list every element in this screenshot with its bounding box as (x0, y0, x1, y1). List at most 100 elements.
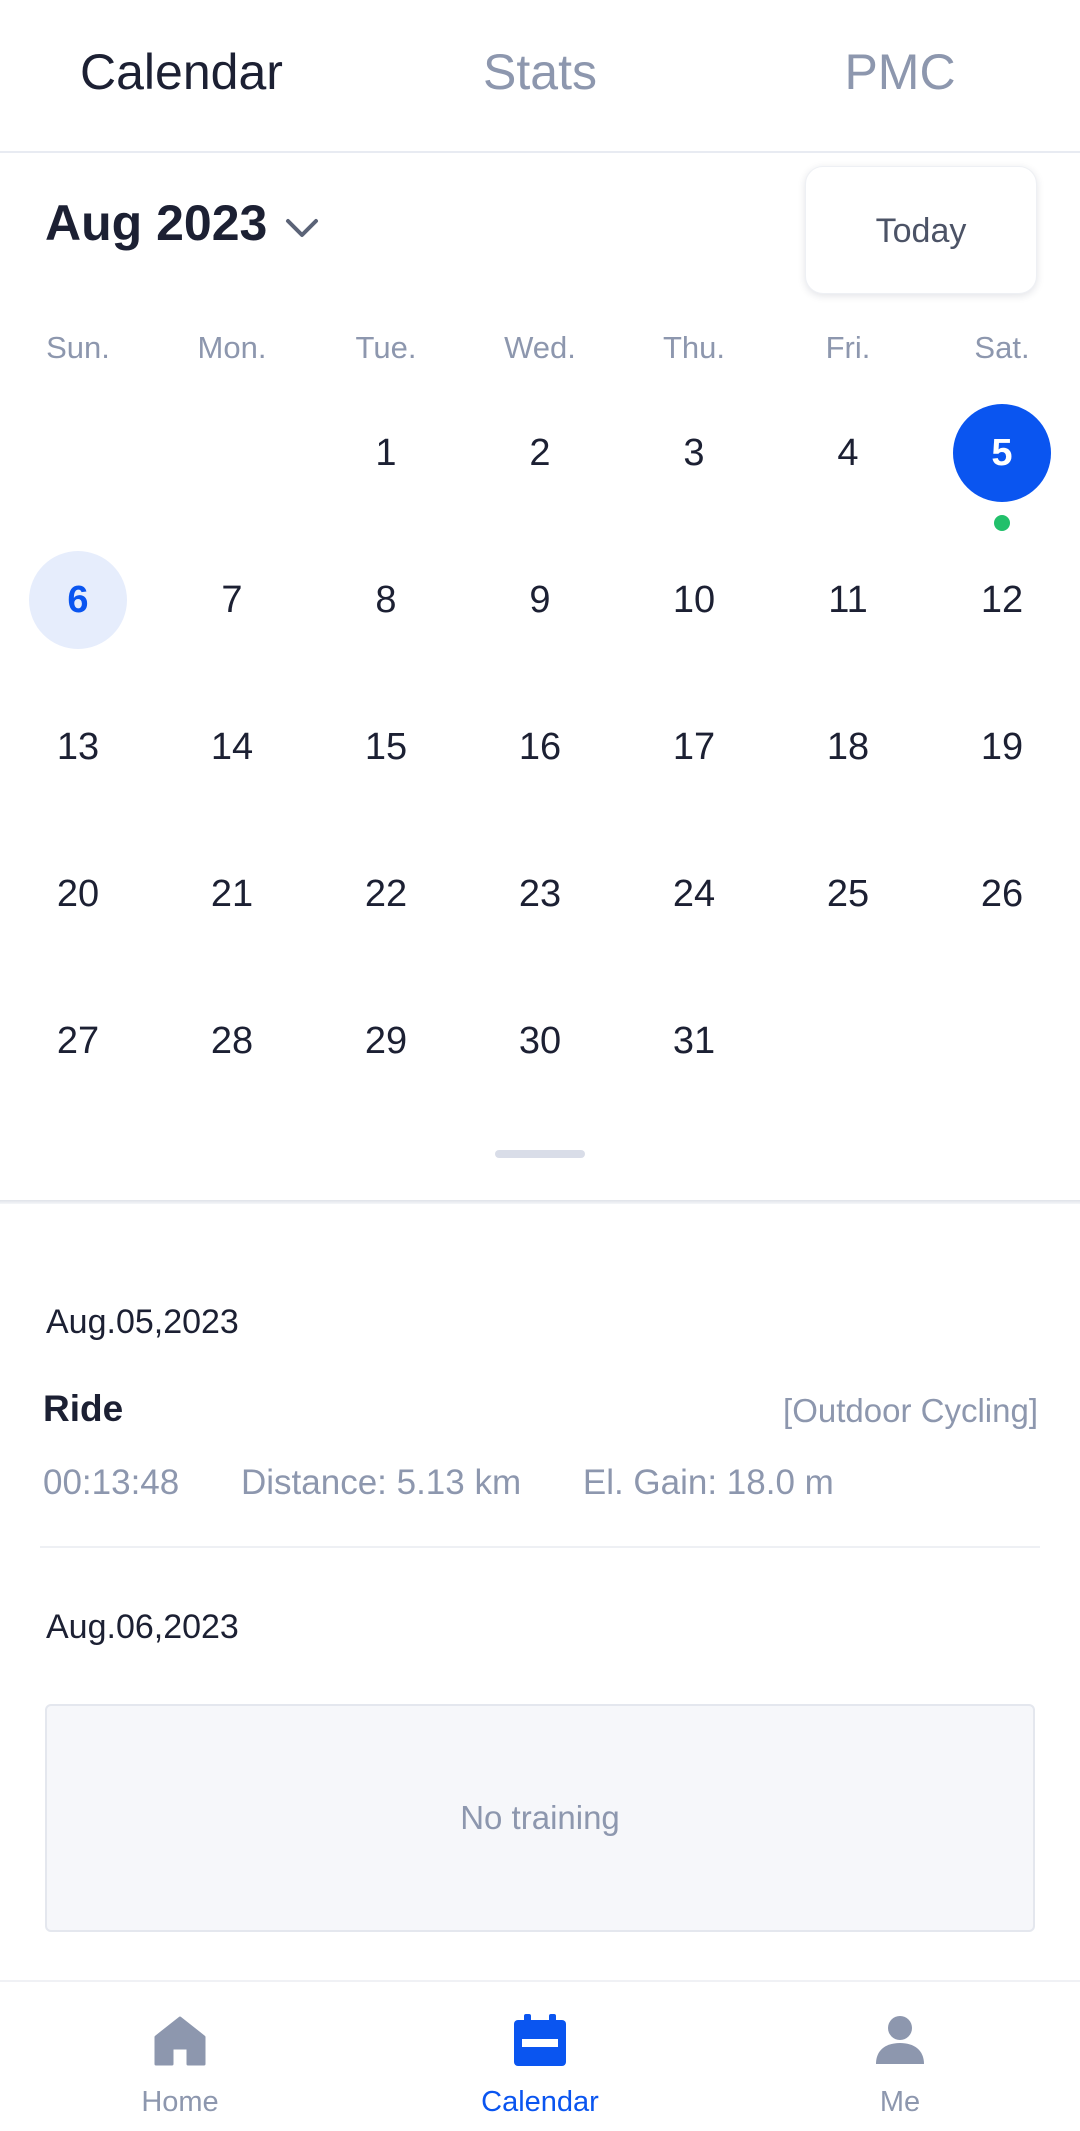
calendar-day[interactable]: 23 (463, 821, 617, 968)
calendar-day-number: 8 (375, 579, 397, 621)
activity-elevation-gain: El. Gain: 18.0 m (582, 1463, 834, 1502)
calendar-day[interactable]: 28 (155, 968, 309, 1115)
calendar-day-number: 18 (826, 726, 870, 768)
activity-duration: 00:13:48 (43, 1463, 180, 1502)
calendar-day[interactable]: 17 (617, 674, 771, 821)
weekday-label: Mon. (197, 330, 267, 365)
calendar-day-number: 9 (529, 579, 551, 621)
calendar-day-number: 1 (375, 432, 397, 474)
nav-me-label: Me (879, 2086, 921, 2118)
bottom-nav-bar: Home Calendar Me (0, 1980, 1080, 2131)
calendar-day-number: 22 (364, 873, 408, 915)
calendar-day[interactable]: 4 (771, 380, 925, 527)
calendar-day[interactable]: 5 (925, 380, 1079, 531)
today-button[interactable]: Today (805, 166, 1037, 294)
calendar-day-number: 20 (56, 873, 100, 915)
tab-pmc[interactable]: PMC (800, 40, 1000, 104)
weekday-label: Sun. (46, 330, 110, 365)
weekday-label: Tue. (355, 330, 417, 365)
calendar-day-number: 15 (364, 726, 408, 768)
date-heading: Aug.05,2023 (46, 1303, 239, 1341)
calendar-day-number: 12 (980, 579, 1024, 621)
calendar-grid: 1 2 3 4 5 6 7 8 9 10 11 12 13 14 15 16 17 18 19 20 21 22 23 24 2… (0, 380, 1080, 1120)
nav-home-label: Home (141, 2086, 219, 2118)
calendar-day[interactable]: 18 (771, 674, 925, 821)
calendar-day[interactable]: 10 (617, 527, 771, 674)
calendar-day-number: 4 (837, 432, 859, 474)
month-selector[interactable]: Aug 2023 (45, 193, 267, 253)
calendar-day-number: 5 (953, 404, 1051, 502)
user-icon (876, 2016, 924, 2064)
activity-distance: Distance: 5.13 km (240, 1463, 522, 1502)
month-header: Aug 2023 Today (0, 153, 1080, 303)
calendar-day-number: 23 (518, 873, 562, 915)
calendar-day-number: 11 (828, 579, 868, 621)
calendar-day[interactable]: 27 (1, 968, 155, 1115)
calendar-day[interactable]: 24 (617, 821, 771, 968)
nav-calendar-label: Calendar (481, 2086, 599, 2118)
calendar-day[interactable]: 26 (925, 821, 1079, 968)
calendar-day-number: 16 (518, 726, 562, 768)
calendar-day[interactable]: 2 (463, 380, 617, 527)
calendar-day-number: 14 (210, 726, 254, 768)
nav-calendar[interactable]: Calendar (440, 1982, 640, 2131)
calendar-icon (514, 2014, 566, 2066)
calendar-day-number: 26 (980, 873, 1024, 915)
no-training-card: No training (45, 1704, 1035, 1932)
calendar-day[interactable]: 1 (309, 380, 463, 527)
calendar-day[interactable]: 25 (771, 821, 925, 968)
weekday-label: Sat. (974, 330, 1030, 365)
tab-stats[interactable]: Stats (440, 40, 640, 104)
nav-home[interactable]: Home (80, 1982, 280, 2131)
calendar-day[interactable]: 3 (617, 380, 771, 527)
activity-stats: 00:13:48 Distance: 5.13 km El. Gain: 18.… (43, 1459, 1043, 1507)
weekday-label: Fri. (825, 330, 871, 365)
sheet-drag-handle[interactable] (495, 1150, 585, 1158)
date-heading: Aug.06,2023 (46, 1608, 239, 1646)
calendar-day[interactable]: 15 (309, 674, 463, 821)
calendar-day[interactable]: 16 (463, 674, 617, 821)
weekday-label: Wed. (504, 330, 576, 365)
calendar-day-number: 19 (980, 726, 1024, 768)
calendar-day-number: 6 (29, 551, 127, 649)
calendar-day-number: 17 (672, 726, 716, 768)
calendar-day-number: 10 (672, 579, 716, 621)
calendar-day-number: 2 (529, 432, 551, 474)
tab-calendar[interactable]: Calendar (40, 40, 320, 104)
calendar-day[interactable]: 8 (309, 527, 463, 674)
calendar-day[interactable]: 9 (463, 527, 617, 674)
calendar-day[interactable]: 21 (155, 821, 309, 968)
calendar-day-number: 31 (672, 1020, 716, 1062)
activity-type: [Outdoor Cycling] (783, 1392, 1038, 1429)
calendar-day[interactable]: 12 (925, 527, 1079, 674)
calendar-day-number: 24 (672, 873, 716, 915)
top-tab-bar: Calendar Stats PMC (0, 0, 1080, 153)
calendar-day[interactable]: 14 (155, 674, 309, 821)
calendar-day-number: 28 (210, 1020, 254, 1062)
calendar-day-number: 30 (518, 1020, 562, 1062)
calendar-day[interactable]: 6 (1, 527, 155, 674)
calendar-day[interactable]: 30 (463, 968, 617, 1115)
nav-me[interactable]: Me (800, 1982, 1000, 2131)
weekday-header: Sun. Mon. Tue. Wed. Thu. Fri. Sat. (0, 325, 1080, 371)
activity-title[interactable]: Ride (43, 1385, 123, 1433)
calendar-day[interactable]: 31 (617, 968, 771, 1115)
calendar-day-number: 3 (683, 432, 705, 474)
calendar-day-number: 21 (210, 873, 254, 915)
home-icon (154, 2016, 206, 2066)
app-screen: Calendar Stats PMC Aug 2023 Today Sun. Mo… (0, 0, 1080, 2131)
calendar-day[interactable]: 7 (155, 527, 309, 674)
calendar-day-number: 13 (56, 726, 100, 768)
calendar-day-number: 27 (56, 1020, 100, 1062)
calendar-day-number: 25 (826, 873, 870, 915)
list-divider (40, 1546, 1040, 1548)
chevron-down-icon[interactable] (282, 208, 322, 248)
calendar-day[interactable]: 11 (771, 527, 925, 674)
calendar-day-number: 29 (364, 1020, 408, 1062)
calendar-day[interactable]: 22 (309, 821, 463, 968)
calendar-day[interactable]: 20 (1, 821, 155, 968)
calendar-day[interactable]: 29 (309, 968, 463, 1115)
calendar-day[interactable]: 19 (925, 674, 1079, 821)
calendar-day[interactable]: 13 (1, 674, 155, 821)
weekday-label: Thu. (662, 330, 726, 365)
